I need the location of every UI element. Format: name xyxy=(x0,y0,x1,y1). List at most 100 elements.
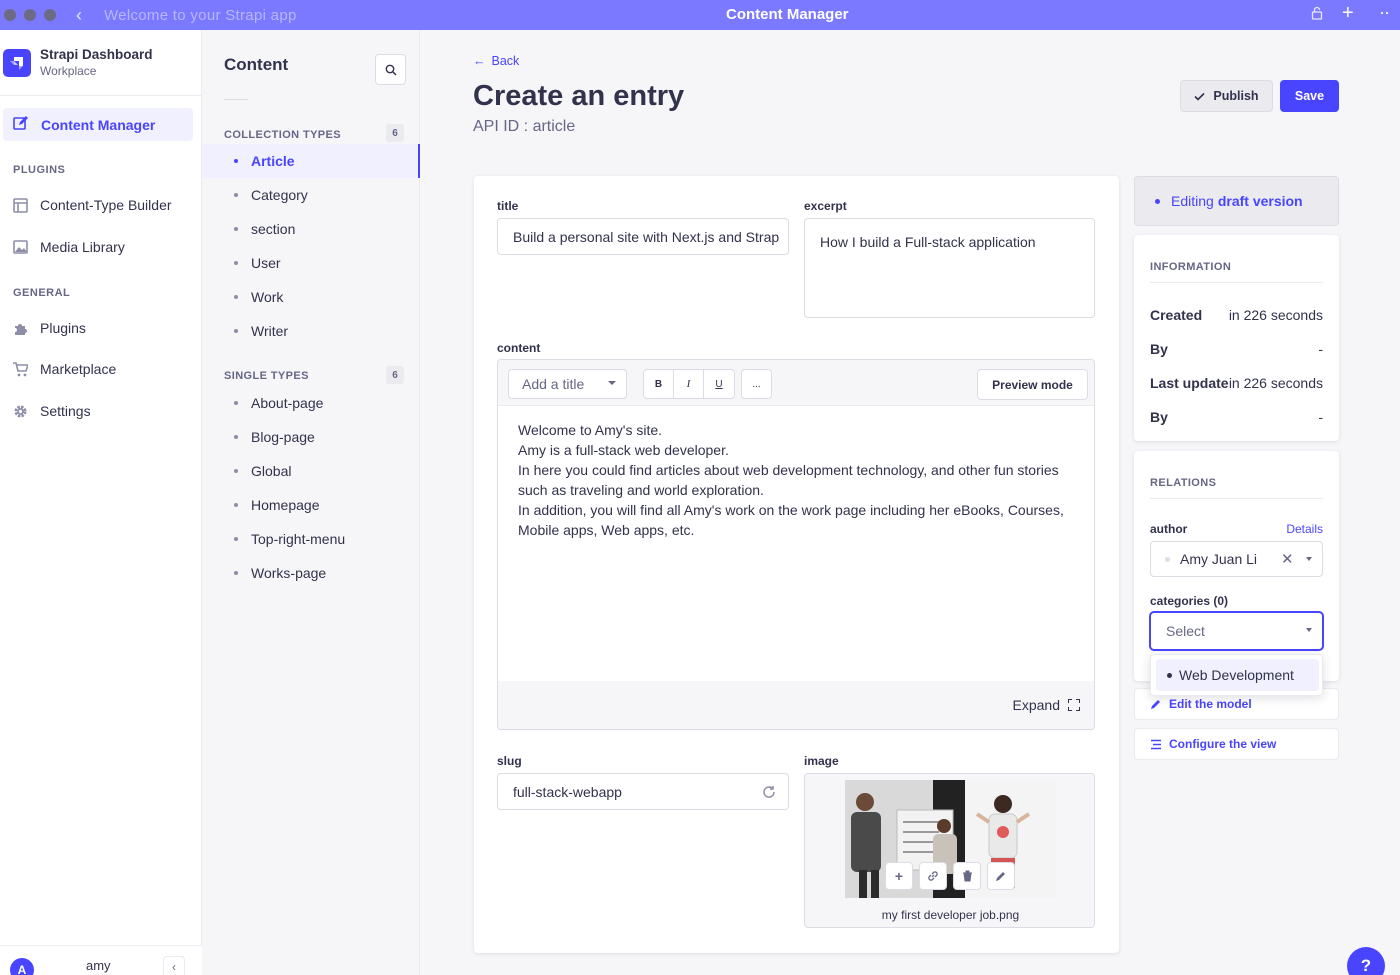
zoom-window-dot[interactable] xyxy=(44,9,56,21)
nav-settings-label: Settings xyxy=(40,403,91,419)
nav-marketplace[interactable]: Marketplace xyxy=(12,361,116,377)
close-window-dot[interactable] xyxy=(4,9,16,21)
author-details-link[interactable]: Details xyxy=(1286,522,1323,536)
caret-down-icon xyxy=(608,381,616,385)
content-label: content xyxy=(497,341,541,355)
editor-footer: Expand xyxy=(498,681,1094,729)
info-value: in 226 seconds xyxy=(1228,375,1323,391)
pencil-icon xyxy=(996,872,1005,881)
back-label: Back xyxy=(491,54,520,68)
search-icon xyxy=(385,64,396,75)
image-label: image xyxy=(804,754,839,768)
dropdown-option[interactable]: Web Development xyxy=(1156,659,1319,691)
nav-plugins[interactable]: Plugins xyxy=(12,320,86,336)
back-link[interactable]: ← Back xyxy=(473,54,519,68)
subnav-item-about-page[interactable]: About-page xyxy=(202,386,420,420)
image-actions: + xyxy=(885,862,1015,890)
edit-image-button[interactable] xyxy=(987,862,1015,890)
underline-button[interactable]: U xyxy=(704,370,734,398)
info-row-last-update: Last update in 226 seconds xyxy=(1150,375,1323,391)
content-line: Welcome to Amy's site. xyxy=(518,422,663,438)
categories-placeholder: Select xyxy=(1166,623,1205,639)
info-key: Last update xyxy=(1150,375,1229,391)
collapse-nav-button[interactable]: ‹ xyxy=(163,956,185,975)
bold-button[interactable]: B xyxy=(644,370,674,398)
relations-card: RELATIONS author Details Amy Juan Li ✕ c… xyxy=(1134,451,1339,681)
excerpt-textarea[interactable]: How I build a Full-stack application xyxy=(804,218,1095,318)
image-field: + my first developer job.png xyxy=(804,773,1095,928)
help-button[interactable]: ? xyxy=(1347,947,1385,975)
editing-version: draft version xyxy=(1217,193,1303,209)
shopping-cart-icon xyxy=(12,361,28,377)
nav-content-manager-label: Content Manager xyxy=(41,116,156,133)
window-titlebar: ‹ Welcome to your Strapi app Content Man… xyxy=(0,0,1400,30)
slug-input[interactable]: full-stack-webapp xyxy=(497,773,789,810)
info-value: - xyxy=(1318,409,1323,425)
author-select[interactable]: Amy Juan Li ✕ xyxy=(1150,541,1323,577)
divider xyxy=(1150,282,1323,283)
single-types-count: 6 xyxy=(386,366,404,384)
info-row-updated-by: By - xyxy=(1150,409,1323,425)
heading-select[interactable]: Add a title xyxy=(508,369,627,399)
relations-heading: RELATIONS xyxy=(1150,477,1217,489)
plus-icon: + xyxy=(894,868,904,884)
add-image-button[interactable]: + xyxy=(885,862,913,890)
categories-dropdown: Web Development xyxy=(1150,654,1323,696)
subnav-item-global[interactable]: Global xyxy=(202,454,420,488)
nav-marketplace-label: Marketplace xyxy=(40,361,117,377)
general-heading: GENERAL xyxy=(13,287,71,299)
window-controls[interactable] xyxy=(4,9,56,21)
nav-content-manager[interactable]: Content Manager xyxy=(3,108,193,141)
subnav-title: Content xyxy=(224,55,289,74)
editor-textarea[interactable]: Welcome to Amy's site. Amy is a full-sta… xyxy=(518,420,1068,540)
caret-down-icon[interactable] xyxy=(1306,557,1312,561)
configure-view-link[interactable]: Configure the view xyxy=(1134,728,1339,760)
categories-select[interactable]: Select xyxy=(1150,612,1323,650)
subnav-item-category[interactable]: Category xyxy=(202,178,420,212)
expand-label: Expand xyxy=(1012,697,1060,713)
format-group: B I U xyxy=(643,369,735,399)
nav-settings[interactable]: Settings xyxy=(12,403,91,419)
browser-back-icon[interactable]: ‹ xyxy=(76,5,82,26)
nav-content-type-builder[interactable]: Content-Type Builder xyxy=(12,197,172,213)
subnav-item-blog-page[interactable]: Blog-page xyxy=(202,420,420,454)
subnav-item-work[interactable]: Work xyxy=(202,280,420,314)
more-icon[interactable]: ·· xyxy=(1379,2,1390,23)
subnav-item-works-page[interactable]: Works-page xyxy=(202,556,420,590)
subnav-item-section[interactable]: section xyxy=(202,212,420,246)
subnav-item-homepage[interactable]: Homepage xyxy=(202,488,420,522)
slug-value: full-stack-webapp xyxy=(513,783,622,800)
author-value: Amy Juan Li xyxy=(1180,551,1258,567)
save-button[interactable]: Save xyxy=(1280,80,1339,112)
delete-image-button[interactable] xyxy=(953,862,981,890)
nav-content-type-builder-label: Content-Type Builder xyxy=(40,197,172,213)
copy-link-button[interactable] xyxy=(919,862,947,890)
italic-button[interactable]: I xyxy=(674,370,704,398)
nav-media-library[interactable]: Media Library xyxy=(12,239,125,255)
info-row-created: Created in 226 seconds xyxy=(1150,307,1323,323)
configure-view-label: Configure the view xyxy=(1169,737,1277,751)
subnav-item-top-right-menu[interactable]: Top-right-menu xyxy=(202,522,420,556)
clear-icon[interactable]: ✕ xyxy=(1281,550,1294,568)
new-tab-icon[interactable]: + xyxy=(1342,2,1354,25)
expand-button[interactable]: Expand xyxy=(1013,697,1080,713)
more-formats-button[interactable]: ... xyxy=(741,369,772,399)
preview-mode-button[interactable]: Preview mode xyxy=(977,369,1088,400)
publish-button[interactable]: Publish xyxy=(1180,80,1273,112)
subnav-item-article[interactable]: Article xyxy=(202,144,420,178)
user-name[interactable]: amy xyxy=(86,958,111,973)
check-icon xyxy=(1194,92,1205,101)
subnav-search-button[interactable] xyxy=(375,54,406,85)
avatar[interactable]: A xyxy=(10,958,34,975)
lock-icon[interactable] xyxy=(1311,6,1323,23)
minimize-window-dot[interactable] xyxy=(24,9,36,21)
info-key: By xyxy=(1150,341,1168,357)
window-left-title: Welcome to your Strapi app xyxy=(104,6,297,24)
refresh-icon[interactable] xyxy=(762,785,776,799)
content-line: Amy is a full-stack web developer. xyxy=(518,442,729,458)
collection-types-count: 6 xyxy=(386,124,404,142)
title-input[interactable]: Build a personal site with Next.js and S… xyxy=(497,218,789,255)
subnav-item-user[interactable]: User xyxy=(202,246,420,280)
info-key: Created xyxy=(1150,307,1203,323)
subnav-item-writer[interactable]: Writer xyxy=(202,314,420,348)
